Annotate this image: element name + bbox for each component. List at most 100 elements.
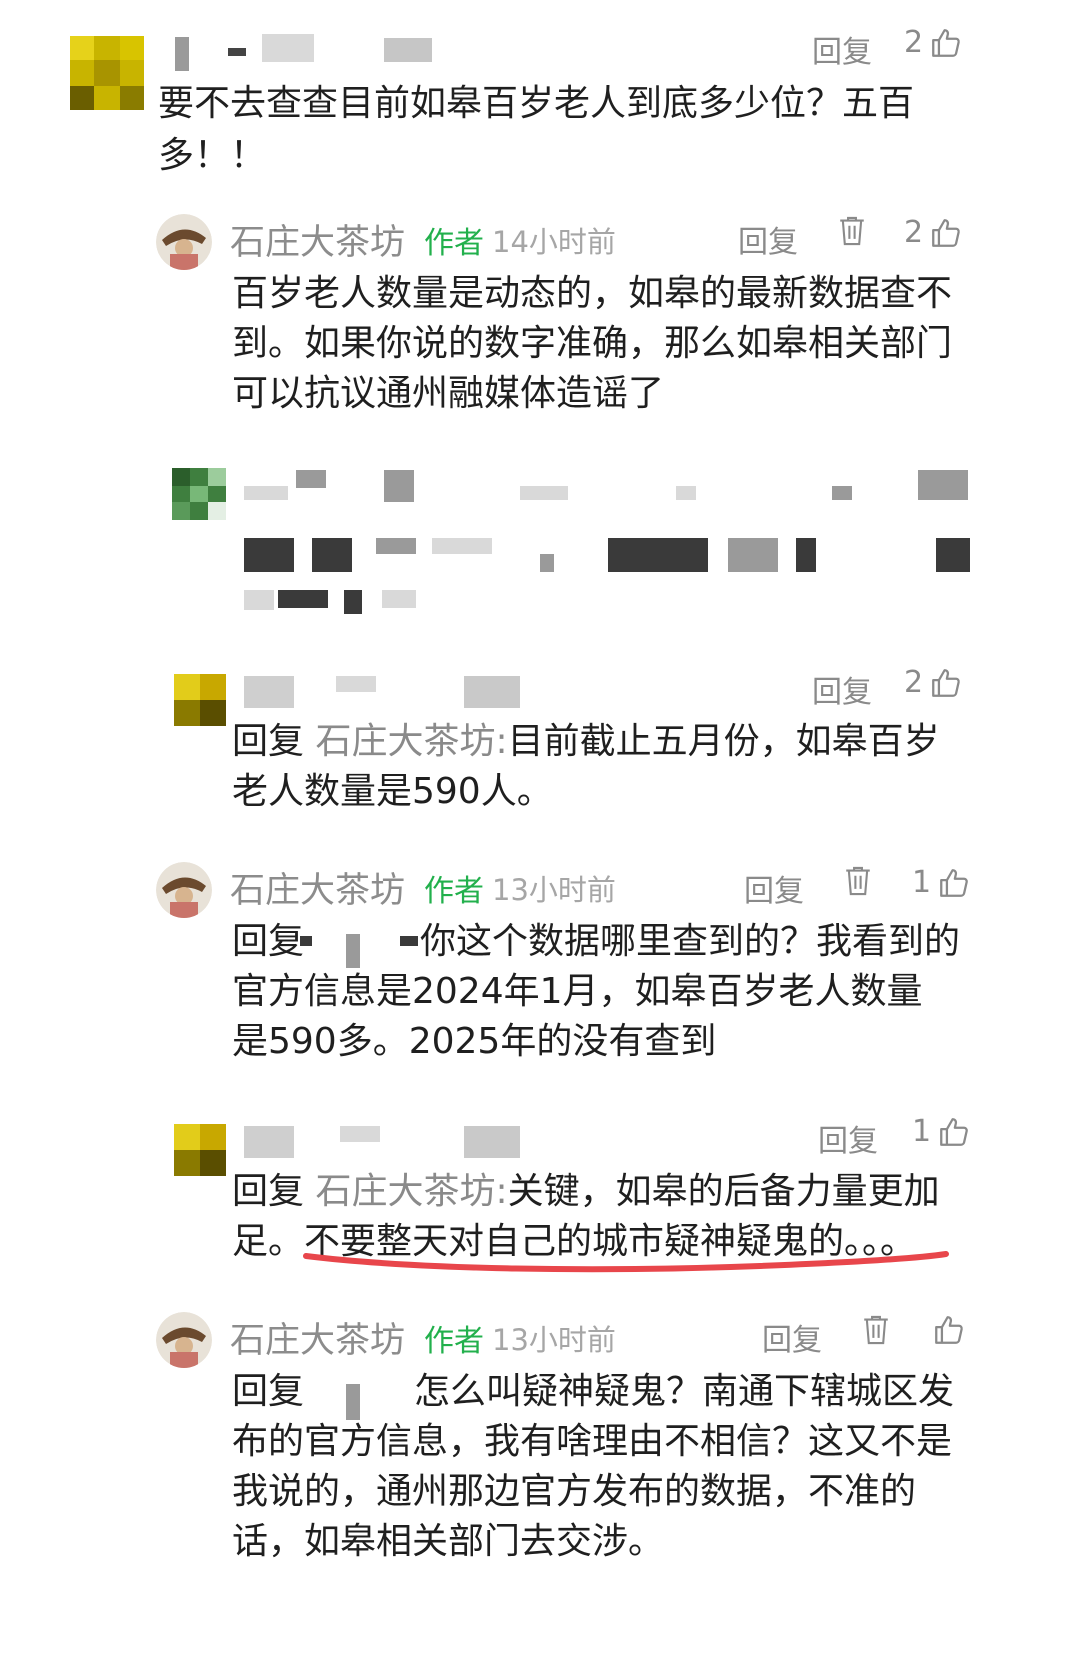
blurred-text [608,538,708,572]
username[interactable]: 石庄大茶坊 [230,862,405,913]
timestamp: 13小时前 [492,1323,616,1357]
blurred-text [376,538,416,554]
blurred-username [175,37,189,71]
blurred-username [400,936,418,946]
quoted-username[interactable]: 石庄大茶坊: [315,1171,507,1212]
blurred-text [832,486,852,500]
comment-text-line: 话，如皋相关部门去交涉。 [232,1521,665,1562]
trash-icon[interactable] [860,1313,892,1347]
thumb-up-icon [940,868,968,897]
red-underline-annotation [303,1251,949,1273]
avatar[interactable] [156,214,212,270]
author-badge: 作者 [424,1324,484,1359]
like-count: 1 [912,1114,932,1149]
blurred-username [464,1126,520,1158]
reply-button[interactable]: 回复 [818,1116,878,1160]
like-count: 2 [904,25,924,60]
comment-text-line: 官方信息是2024年1月，如皋百岁老人数量 [232,971,923,1012]
reply-prefix: 回复 [232,921,305,962]
like-count: 1 [912,865,932,900]
like-count: 2 [904,215,924,250]
reply-button[interactable]: 回复 [812,27,872,71]
avatar[interactable] [156,1312,212,1368]
blurred-username [300,936,312,946]
comment-text: 关键，如皋的后备力量更加 [507,1171,940,1212]
comment-text: 你这个数据哪里查到的？我看到的 [420,921,961,962]
blurred-text [918,470,968,500]
blurred-text [244,538,294,572]
comment-text-line: 到。如果你说的数字准确，那么如皋相关部门 [232,323,953,364]
author-badge: 作者 [424,226,484,261]
blurred-username [340,1126,380,1142]
comment-text-line: 回复 石庄大茶坊:关键，如皋的后备力量更加 [232,1166,940,1218]
blurred-username [244,1126,294,1158]
blurred-username [346,934,360,968]
reply-button[interactable]: 回复 [812,667,872,711]
avatar[interactable] [174,674,226,726]
username[interactable]: 石庄大茶坊 [230,1312,405,1363]
like-button[interactable]: 1 [912,865,971,900]
timestamp: 14小时前 [492,225,616,259]
avatar[interactable] [156,862,212,918]
blurred-username [336,676,376,692]
avatar[interactable] [174,1124,226,1176]
reply-button[interactable]: 回复 [744,866,804,910]
comment-text-line: 可以抗议通州融媒体造谣了 [232,373,665,414]
avatar[interactable] [70,36,144,110]
blurred-text [296,470,326,488]
blurred-text [728,538,778,572]
comment-text-line: 百岁老人数量是动态的，如皋的最新数据查不 [232,273,953,314]
thumb-up-icon [932,28,960,57]
comment-text-line: 布的官方信息，我有啥理由不相信？这又不是 [232,1421,953,1462]
blurred-text [540,554,554,572]
blurred-username [346,1384,360,1420]
blurred-text [344,590,362,614]
like-button[interactable] [932,1313,966,1347]
like-button[interactable]: 2 [904,665,963,700]
comment-text: 目前截止五月份，如皋百岁 [507,721,940,762]
comment-text: 怎么叫疑神疑鬼？南通下辖城区发 [414,1371,955,1412]
reply-prefix: 回复 [232,1371,305,1412]
blurred-text [312,538,352,572]
reply-prefix: 回复 [232,721,305,762]
blurred-username [384,38,432,62]
avatar[interactable] [172,468,226,520]
thumb-up-icon [932,218,960,247]
timestamp: 13小时前 [492,873,616,907]
blurred-text [244,590,274,610]
blurred-text [676,486,696,500]
comment-text-line: 我说的，通州那边官方发布的数据，不准的 [232,1471,917,1512]
blurred-text [384,470,414,502]
reply-button[interactable]: 回复 [738,217,798,261]
blurred-text [520,486,568,500]
quoted-username[interactable]: 石庄大茶坊: [315,721,507,762]
reply-prefix: 回复 [232,1171,305,1212]
comment-text-line: 老人数量是590人。 [232,771,553,812]
like-button[interactable]: 2 [904,25,963,60]
username[interactable]: 石庄大茶坊 [230,214,405,265]
blurred-text [796,538,816,572]
thumb-up-icon [932,668,960,697]
trash-icon[interactable] [842,864,874,898]
like-count: 2 [904,665,924,700]
blurred-text [936,538,970,572]
comment-text-line: 是590多。2025年的没有查到 [232,1021,717,1062]
blurred-text [432,538,492,554]
blurred-username [262,34,314,62]
author-badge: 作者 [424,874,484,909]
like-button[interactable]: 2 [904,215,963,250]
comment-text: 要不去查查目前如皋百岁老人到底多少位？五百多！！ [158,83,915,176]
reply-button[interactable]: 回复 [762,1315,822,1359]
trash-icon[interactable] [836,214,868,248]
thumb-up-icon [935,1316,963,1344]
blurred-username [244,676,294,708]
blurred-text [278,590,328,608]
comment-text-line: 回复 石庄大茶坊:目前截止五月份，如皋百岁 [232,716,940,768]
blurred-username [464,676,520,708]
thumb-up-icon [940,1117,968,1146]
blurred-username [228,48,246,56]
like-button[interactable]: 1 [912,1114,971,1149]
blurred-text [382,590,416,608]
comment-text: 足。 [232,1221,305,1262]
blurred-text [244,486,288,500]
